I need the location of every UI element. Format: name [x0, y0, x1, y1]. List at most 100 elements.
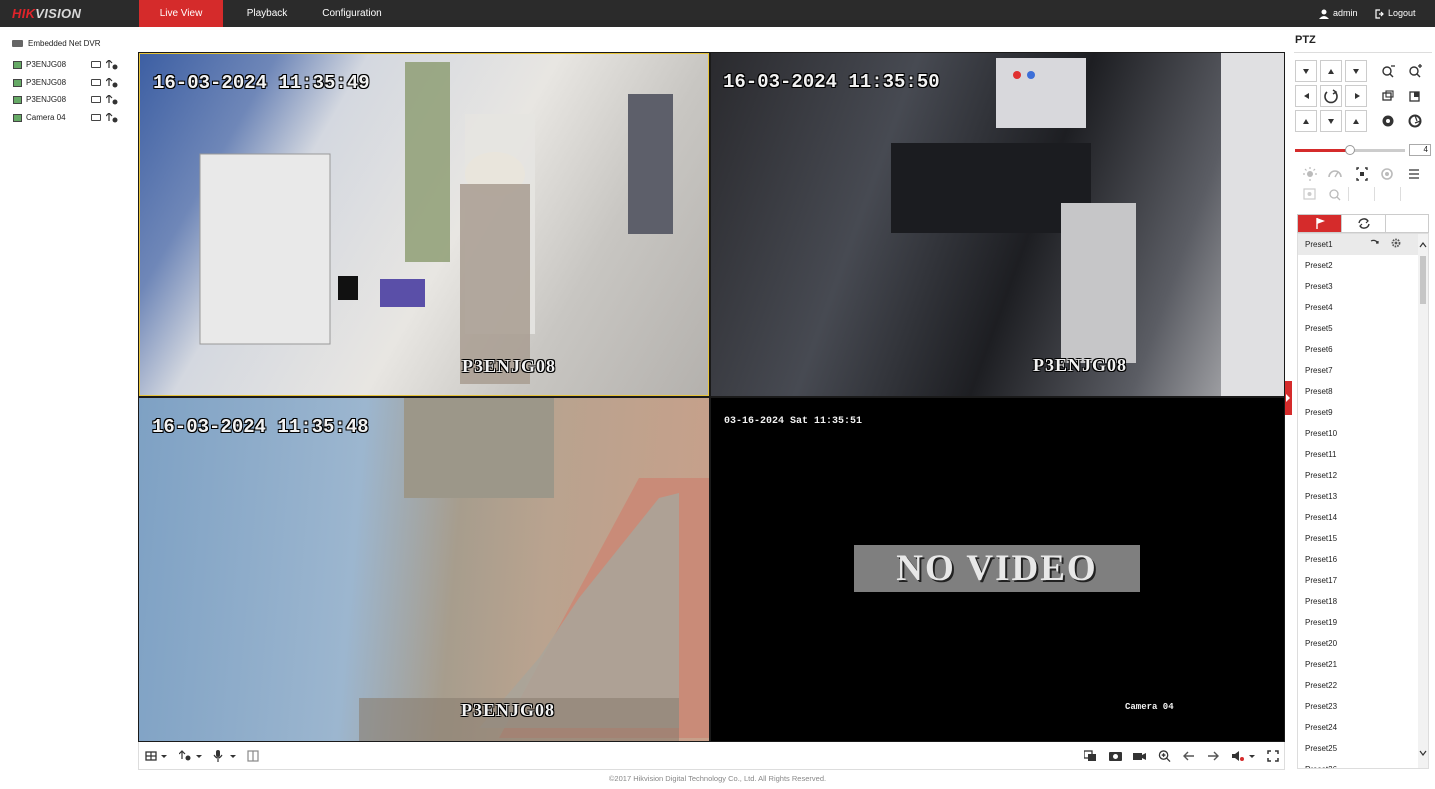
preset-item[interactable]: Preset25	[1298, 738, 1418, 759]
auxiliary-focus-icon[interactable]	[1350, 164, 1374, 184]
preset-item[interactable]: Preset3	[1298, 276, 1418, 297]
iris-close-icon	[1382, 115, 1394, 127]
preset-item[interactable]: Preset16	[1298, 549, 1418, 570]
ptz-up-left-button[interactable]	[1295, 60, 1317, 82]
preset-item[interactable]: Preset18	[1298, 591, 1418, 612]
ptz-left-button[interactable]	[1295, 85, 1317, 107]
nav-configuration[interactable]: Configuration	[312, 0, 392, 27]
device-tree-root[interactable]: Embedded Net DVR	[12, 38, 100, 50]
capture-icon[interactable]	[1109, 750, 1122, 762]
nav-playback[interactable]: Playback	[235, 0, 299, 27]
camera-item[interactable]: P3ENJG08	[13, 59, 128, 71]
focus-near-button[interactable]	[1377, 85, 1399, 107]
preset-item[interactable]: Preset22	[1298, 675, 1418, 696]
next-page-icon[interactable]	[1207, 750, 1219, 762]
preset-item[interactable]: Preset14	[1298, 507, 1418, 528]
ptz-right-button[interactable]	[1345, 85, 1367, 107]
chevron-down-icon[interactable]	[161, 755, 167, 758]
3d-zoom-icon[interactable]	[1323, 185, 1347, 205]
microphone-icon[interactable]	[213, 750, 223, 762]
divider	[1294, 52, 1432, 53]
panel-collapse-toggle[interactable]	[1285, 381, 1292, 415]
chevron-down-icon[interactable]	[196, 755, 202, 758]
stream-type-icon[interactable]	[179, 750, 191, 762]
nav-live-view[interactable]: Live View	[139, 0, 223, 27]
record-icon[interactable]	[91, 61, 101, 68]
preset-item[interactable]: Preset12	[1298, 465, 1418, 486]
digital-zoom-icon[interactable]	[1158, 750, 1171, 762]
zoom-in-button[interactable]	[1404, 60, 1426, 82]
preset-item[interactable]: Preset9	[1298, 402, 1418, 423]
camera-item[interactable]: P3ENJG08	[13, 94, 128, 106]
ptz-down-right-button[interactable]	[1345, 110, 1367, 132]
preset-item[interactable]: Preset7	[1298, 360, 1418, 381]
preset-item[interactable]: Preset19	[1298, 612, 1418, 633]
focus-far-button[interactable]	[1404, 85, 1426, 107]
iris-open-button[interactable]	[1404, 110, 1426, 132]
ptz-control-icon[interactable]	[106, 60, 118, 70]
ptz-control-icon[interactable]	[106, 95, 118, 105]
iris-close-button[interactable]	[1377, 110, 1399, 132]
lens-init-icon[interactable]	[1375, 164, 1399, 184]
ptz-down-button[interactable]	[1320, 110, 1342, 132]
zoom-out-button[interactable]	[1377, 60, 1399, 82]
manual-tracking-icon[interactable]	[1298, 185, 1322, 205]
preset-scrollbar[interactable]	[1418, 234, 1428, 768]
preset-item[interactable]: Preset5	[1298, 318, 1418, 339]
record-icon[interactable]	[91, 114, 101, 121]
window-layout-icon[interactable]	[145, 750, 157, 762]
stop-all-preview-icon[interactable]	[1084, 750, 1097, 762]
preset-item[interactable]: Preset24	[1298, 717, 1418, 738]
tab-pattern[interactable]	[1386, 215, 1430, 232]
preset-item[interactable]: Preset10	[1298, 423, 1418, 444]
camera-item[interactable]: P3ENJG08	[13, 77, 128, 89]
record-icon[interactable]	[91, 79, 101, 86]
preset-item[interactable]: Preset21	[1298, 654, 1418, 675]
record-all-icon[interactable]	[1133, 750, 1146, 762]
menu-icon[interactable]	[1402, 164, 1426, 184]
previous-page-icon[interactable]	[1183, 750, 1195, 762]
wiper-icon[interactable]	[1323, 164, 1347, 184]
ptz-auto-scan-button[interactable]	[1320, 85, 1342, 107]
chevron-down-icon[interactable]	[230, 755, 236, 758]
video-tile-1[interactable]: 16-03-2024 11:35:49 P3ENJG08	[139, 53, 709, 396]
preset-item[interactable]: Preset20	[1298, 633, 1418, 654]
preset-item[interactable]: Preset11	[1298, 444, 1418, 465]
scroll-up-icon[interactable]	[1419, 242, 1427, 248]
scroll-thumb[interactable]	[1420, 256, 1426, 304]
volume-muted-icon[interactable]	[1232, 750, 1244, 762]
video-tile-4[interactable]: 03-16-2024 Sat 11:35:51 NO VIDEO Camera …	[711, 398, 1284, 741]
ptz-up-right-button[interactable]	[1345, 60, 1367, 82]
camera-item[interactable]: Camera 04	[13, 112, 128, 124]
ptz-down-left-button[interactable]	[1295, 110, 1317, 132]
ptz-control-icon[interactable]	[106, 78, 118, 88]
preset-item[interactable]: Preset6	[1298, 339, 1418, 360]
video-tile-2[interactable]: 16-03-2024 11:35:50 P3ENJG08	[711, 53, 1284, 396]
light-icon[interactable]	[1298, 164, 1322, 184]
call-preset-icon[interactable]	[1369, 237, 1381, 249]
preset-item[interactable]: Preset8	[1298, 381, 1418, 402]
tab-presets[interactable]	[1298, 215, 1342, 232]
logout-button[interactable]: Logout	[1375, 0, 1416, 27]
fullscreen-icon[interactable]	[1267, 750, 1279, 762]
preset-item[interactable]: Preset23	[1298, 696, 1418, 717]
video-grid[interactable]: 16-03-2024 11:35:49 P3ENJG08 16-03-2024 …	[138, 52, 1285, 742]
preset-item[interactable]: Preset13	[1298, 486, 1418, 507]
tab-patrol[interactable]	[1342, 215, 1386, 232]
scroll-down-icon[interactable]	[1419, 750, 1427, 756]
preset-item[interactable]: Preset26	[1298, 759, 1418, 768]
ptz-up-button[interactable]	[1320, 60, 1342, 82]
record-icon[interactable]	[91, 96, 101, 103]
gear-icon[interactable]	[1390, 237, 1402, 249]
preset-item[interactable]: Preset2	[1298, 255, 1418, 276]
preset-item[interactable]: Preset17	[1298, 570, 1418, 591]
chevron-down-icon[interactable]	[1249, 755, 1255, 758]
slider-handle[interactable]	[1345, 145, 1355, 155]
preset-item[interactable]: Preset15	[1298, 528, 1418, 549]
preset-item[interactable]: Preset4	[1298, 297, 1418, 318]
ptz-control-icon[interactable]	[106, 113, 118, 123]
ezoom-icon[interactable]	[247, 750, 259, 762]
video-tile-3[interactable]: 16-03-2024 11:35:48 P3ENJG08	[139, 398, 709, 741]
ptz-speed-slider[interactable]	[1295, 145, 1405, 155]
user-menu[interactable]: admin	[1319, 0, 1358, 27]
